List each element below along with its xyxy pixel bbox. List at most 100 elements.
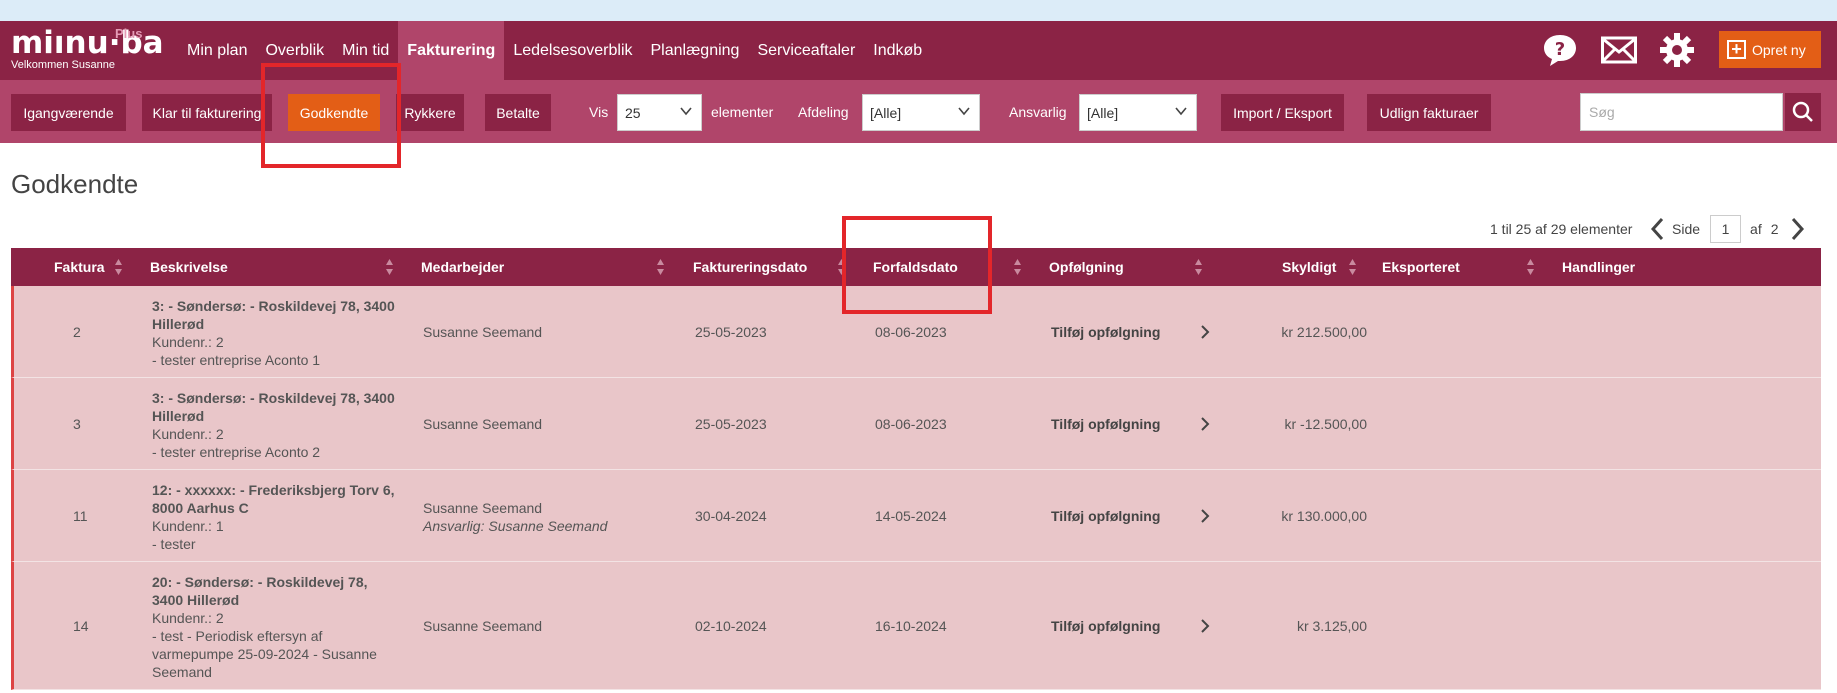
- browser-top-strip: [0, 0, 1837, 21]
- search-placeholder: Søg: [1589, 104, 1615, 120]
- responsible: Ansvarlig: Susanne Seemand: [423, 518, 608, 534]
- search-button[interactable]: [1785, 93, 1821, 131]
- pager-info: 1 til 25 af 29 elementer: [1490, 221, 1633, 237]
- due-date: 14-05-2024: [875, 508, 947, 524]
- ansvarlig-label: Ansvarlig: [1009, 104, 1067, 120]
- chevron-right-icon[interactable]: [1199, 417, 1211, 431]
- chevron-right-icon[interactable]: [1789, 217, 1805, 241]
- add-followup-link[interactable]: Tilføj opfølgning: [1051, 324, 1160, 340]
- add-followup-link[interactable]: Tilføj opfølgning: [1051, 618, 1160, 634]
- ansvarlig-value: [Alle]: [1087, 104, 1119, 121]
- page-number-input[interactable]: 1: [1710, 215, 1742, 243]
- description-note: - tester: [152, 536, 196, 552]
- vis-label: Vis: [589, 104, 609, 120]
- help-icon[interactable]: ?: [1542, 32, 1578, 68]
- nav-item-ledelsesoverblik[interactable]: Ledelsesoverblik: [504, 21, 641, 80]
- invoice-date: 02-10-2024: [695, 618, 767, 634]
- amount-due: kr -12.500,00: [1284, 416, 1368, 432]
- customer-number: Kundenr.: 2: [152, 334, 224, 350]
- col-medarbejder[interactable]: Medarbejder: [421, 248, 504, 286]
- description-title: 12: - xxxxxx: - Frederiksbjerg Torv 6, 8…: [152, 482, 395, 516]
- main-nav: Min plan Overblik Min tid Fakturering Le…: [178, 21, 931, 80]
- tab-rykkere[interactable]: Rykkere: [396, 94, 464, 131]
- minuba-logo[interactable]: miınu·ba Plus Velkommen Susanne: [11, 26, 164, 71]
- page-title: Godkendte: [11, 169, 139, 199]
- afdeling-select[interactable]: [Alle]: [862, 94, 980, 131]
- employee-cell: Susanne Seemand Ansvarlig: Susanne Seema…: [423, 499, 607, 535]
- add-followup-link[interactable]: Tilføj opfølgning: [1051, 508, 1160, 524]
- afdeling-label: Afdeling: [798, 104, 849, 120]
- employee: Susanne Seemand: [423, 324, 543, 340]
- udlign-fakturaer-button[interactable]: Udlign fakturaer: [1367, 94, 1491, 131]
- sort-icon[interactable]: [1526, 258, 1535, 276]
- col-skyldigt[interactable]: Skyldigt: [1282, 248, 1336, 286]
- table-header: Faktura Beskrivelse Medarbejder Fakturer…: [11, 248, 1821, 286]
- nav-item-indkob[interactable]: Indkøb: [864, 21, 931, 80]
- nav-item-planlaegning[interactable]: Planlægning: [642, 21, 749, 80]
- customer-number: Kundenr.: 2: [152, 610, 224, 626]
- customer-number: Kundenr.: 2: [152, 426, 224, 442]
- af-label: af: [1750, 221, 1762, 237]
- due-date: 08-06-2023: [875, 416, 947, 432]
- page-size-select[interactable]: 25: [617, 94, 702, 131]
- table-row[interactable]: 11 12: - xxxxxx: - Frederiksbjerg Torv 6…: [11, 470, 1821, 562]
- description-title: 3: - Søndersø: - Roskildevej 78, 3400 Hi…: [152, 298, 395, 332]
- col-faktura[interactable]: Faktura: [54, 248, 105, 286]
- description: 3: - Søndersø: - Roskildevej 78, 3400 Hi…: [152, 297, 402, 369]
- col-forfaldsdato[interactable]: Forfaldsdato: [873, 248, 958, 286]
- table-row[interactable]: 3 3: - Søndersø: - Roskildevej 78, 3400 …: [11, 378, 1821, 470]
- sort-icon[interactable]: [837, 258, 846, 276]
- sort-icon[interactable]: [114, 258, 123, 276]
- chevron-right-icon[interactable]: [1199, 509, 1211, 523]
- page-size-value: 25: [625, 104, 641, 121]
- tab-betalte[interactable]: Betalte: [485, 94, 551, 131]
- table-row[interactable]: 14 20: - Søndersø: - Roskildevej 78, 340…: [11, 562, 1821, 690]
- elementer-label: elementer: [711, 104, 774, 120]
- create-new-button[interactable]: + Opret ny: [1719, 31, 1821, 68]
- mail-icon[interactable]: [1601, 35, 1637, 71]
- col-faktureringsdato[interactable]: Faktureringsdato: [693, 248, 807, 286]
- chevron-right-icon[interactable]: [1199, 325, 1211, 339]
- sort-icon[interactable]: [656, 258, 665, 276]
- amount-due: kr 3.125,00: [1296, 618, 1367, 634]
- main-navbar: miınu·ba Plus Velkommen Susanne Min plan…: [0, 21, 1837, 80]
- nav-item-serviceaftaler[interactable]: Serviceaftaler: [748, 21, 864, 80]
- sort-icon[interactable]: [385, 258, 394, 276]
- sort-icon[interactable]: [1194, 258, 1203, 276]
- tab-klar-til-fakturering[interactable]: Klar til fakturering: [142, 94, 272, 131]
- logo-plus: Plus: [115, 26, 143, 41]
- chevron-left-icon[interactable]: [1650, 217, 1666, 241]
- description-title: 20: - Søndersø: - Roskildevej 78, 3400 H…: [152, 574, 368, 608]
- description-note: - test - Periodisk eftersyn af varmepump…: [152, 628, 377, 680]
- gear-icon[interactable]: [1659, 32, 1695, 68]
- sort-icon[interactable]: [1013, 258, 1022, 276]
- amount-due: kr 130.000,00: [1281, 508, 1367, 524]
- table-row[interactable]: 2 3: - Søndersø: - Roskildevej 78, 3400 …: [11, 286, 1821, 378]
- nav-item-fakturering[interactable]: Fakturering: [398, 21, 505, 80]
- faktura-number: 2: [73, 324, 81, 340]
- employee: Susanne Seemand: [423, 416, 543, 432]
- description: 3: - Søndersø: - Roskildevej 78, 3400 Hi…: [152, 389, 402, 461]
- invoice-date: 25-05-2023: [695, 416, 767, 432]
- nav-item-min-tid[interactable]: Min tid: [333, 21, 398, 80]
- afdeling-value: [Alle]: [870, 104, 902, 121]
- sort-icon[interactable]: [1348, 258, 1357, 276]
- amount-due: kr 212.500,00: [1281, 324, 1367, 340]
- customer-number: Kundenr.: 1: [152, 518, 224, 534]
- chevron-right-icon[interactable]: [1199, 619, 1211, 633]
- nav-item-min-plan[interactable]: Min plan: [178, 21, 256, 80]
- side-label: Side: [1672, 221, 1701, 237]
- nav-item-overblik[interactable]: Overblik: [256, 21, 333, 80]
- tab-godkendte[interactable]: Godkendte: [288, 94, 380, 131]
- col-beskrivelse[interactable]: Beskrivelse: [150, 248, 228, 286]
- col-eksporteret[interactable]: Eksporteret: [1382, 248, 1460, 286]
- add-followup-link[interactable]: Tilføj opfølgning: [1051, 416, 1160, 432]
- tab-igangvaerende[interactable]: Igangværende: [11, 94, 126, 131]
- ansvarlig-select[interactable]: [Alle]: [1079, 94, 1197, 131]
- import-export-button[interactable]: Import / Eksport: [1221, 94, 1344, 131]
- col-opfolgning[interactable]: Opfølgning: [1049, 248, 1124, 286]
- search-input[interactable]: Søg: [1580, 93, 1783, 131]
- invoice-date: 30-04-2024: [695, 508, 767, 524]
- invoice-table: Faktura Beskrivelse Medarbejder Fakturer…: [11, 248, 1821, 690]
- faktura-number: 3: [73, 416, 81, 432]
